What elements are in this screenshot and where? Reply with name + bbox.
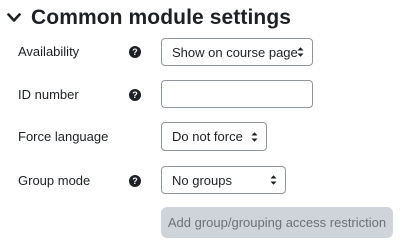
force-language-selected-value: Do not force	[172, 129, 243, 144]
group-mode-selected-value: No groups	[172, 172, 232, 188]
question-circle-icon[interactable]: ?	[129, 89, 141, 101]
select-arrows-icon	[270, 175, 277, 185]
question-circle-icon[interactable]: ?	[129, 46, 141, 58]
group-mode-select[interactable]: No groups	[161, 166, 286, 194]
select-arrows-icon	[297, 47, 304, 57]
id-number-input[interactable]	[161, 80, 313, 108]
section-header-common-module-settings[interactable]: Common module settings	[6, 4, 291, 32]
force-language-label: Force language	[18, 129, 109, 144]
question-circle-icon[interactable]: ?	[129, 175, 141, 187]
group-mode-label: Group mode	[18, 173, 91, 188]
add-group-restriction-button[interactable]: Add group/grouping access restriction	[161, 207, 393, 238]
chevron-down-icon	[6, 10, 22, 26]
select-arrows-icon	[251, 131, 258, 142]
availability-label: Availability	[18, 44, 80, 59]
availability-select[interactable]: Show on course page	[161, 38, 313, 66]
section-title: Common module settings	[31, 6, 292, 29]
availability-selected-value: Show on course page	[172, 44, 298, 60]
id-number-label: ID number	[18, 87, 79, 102]
force-language-select[interactable]: Do not force	[161, 122, 267, 151]
